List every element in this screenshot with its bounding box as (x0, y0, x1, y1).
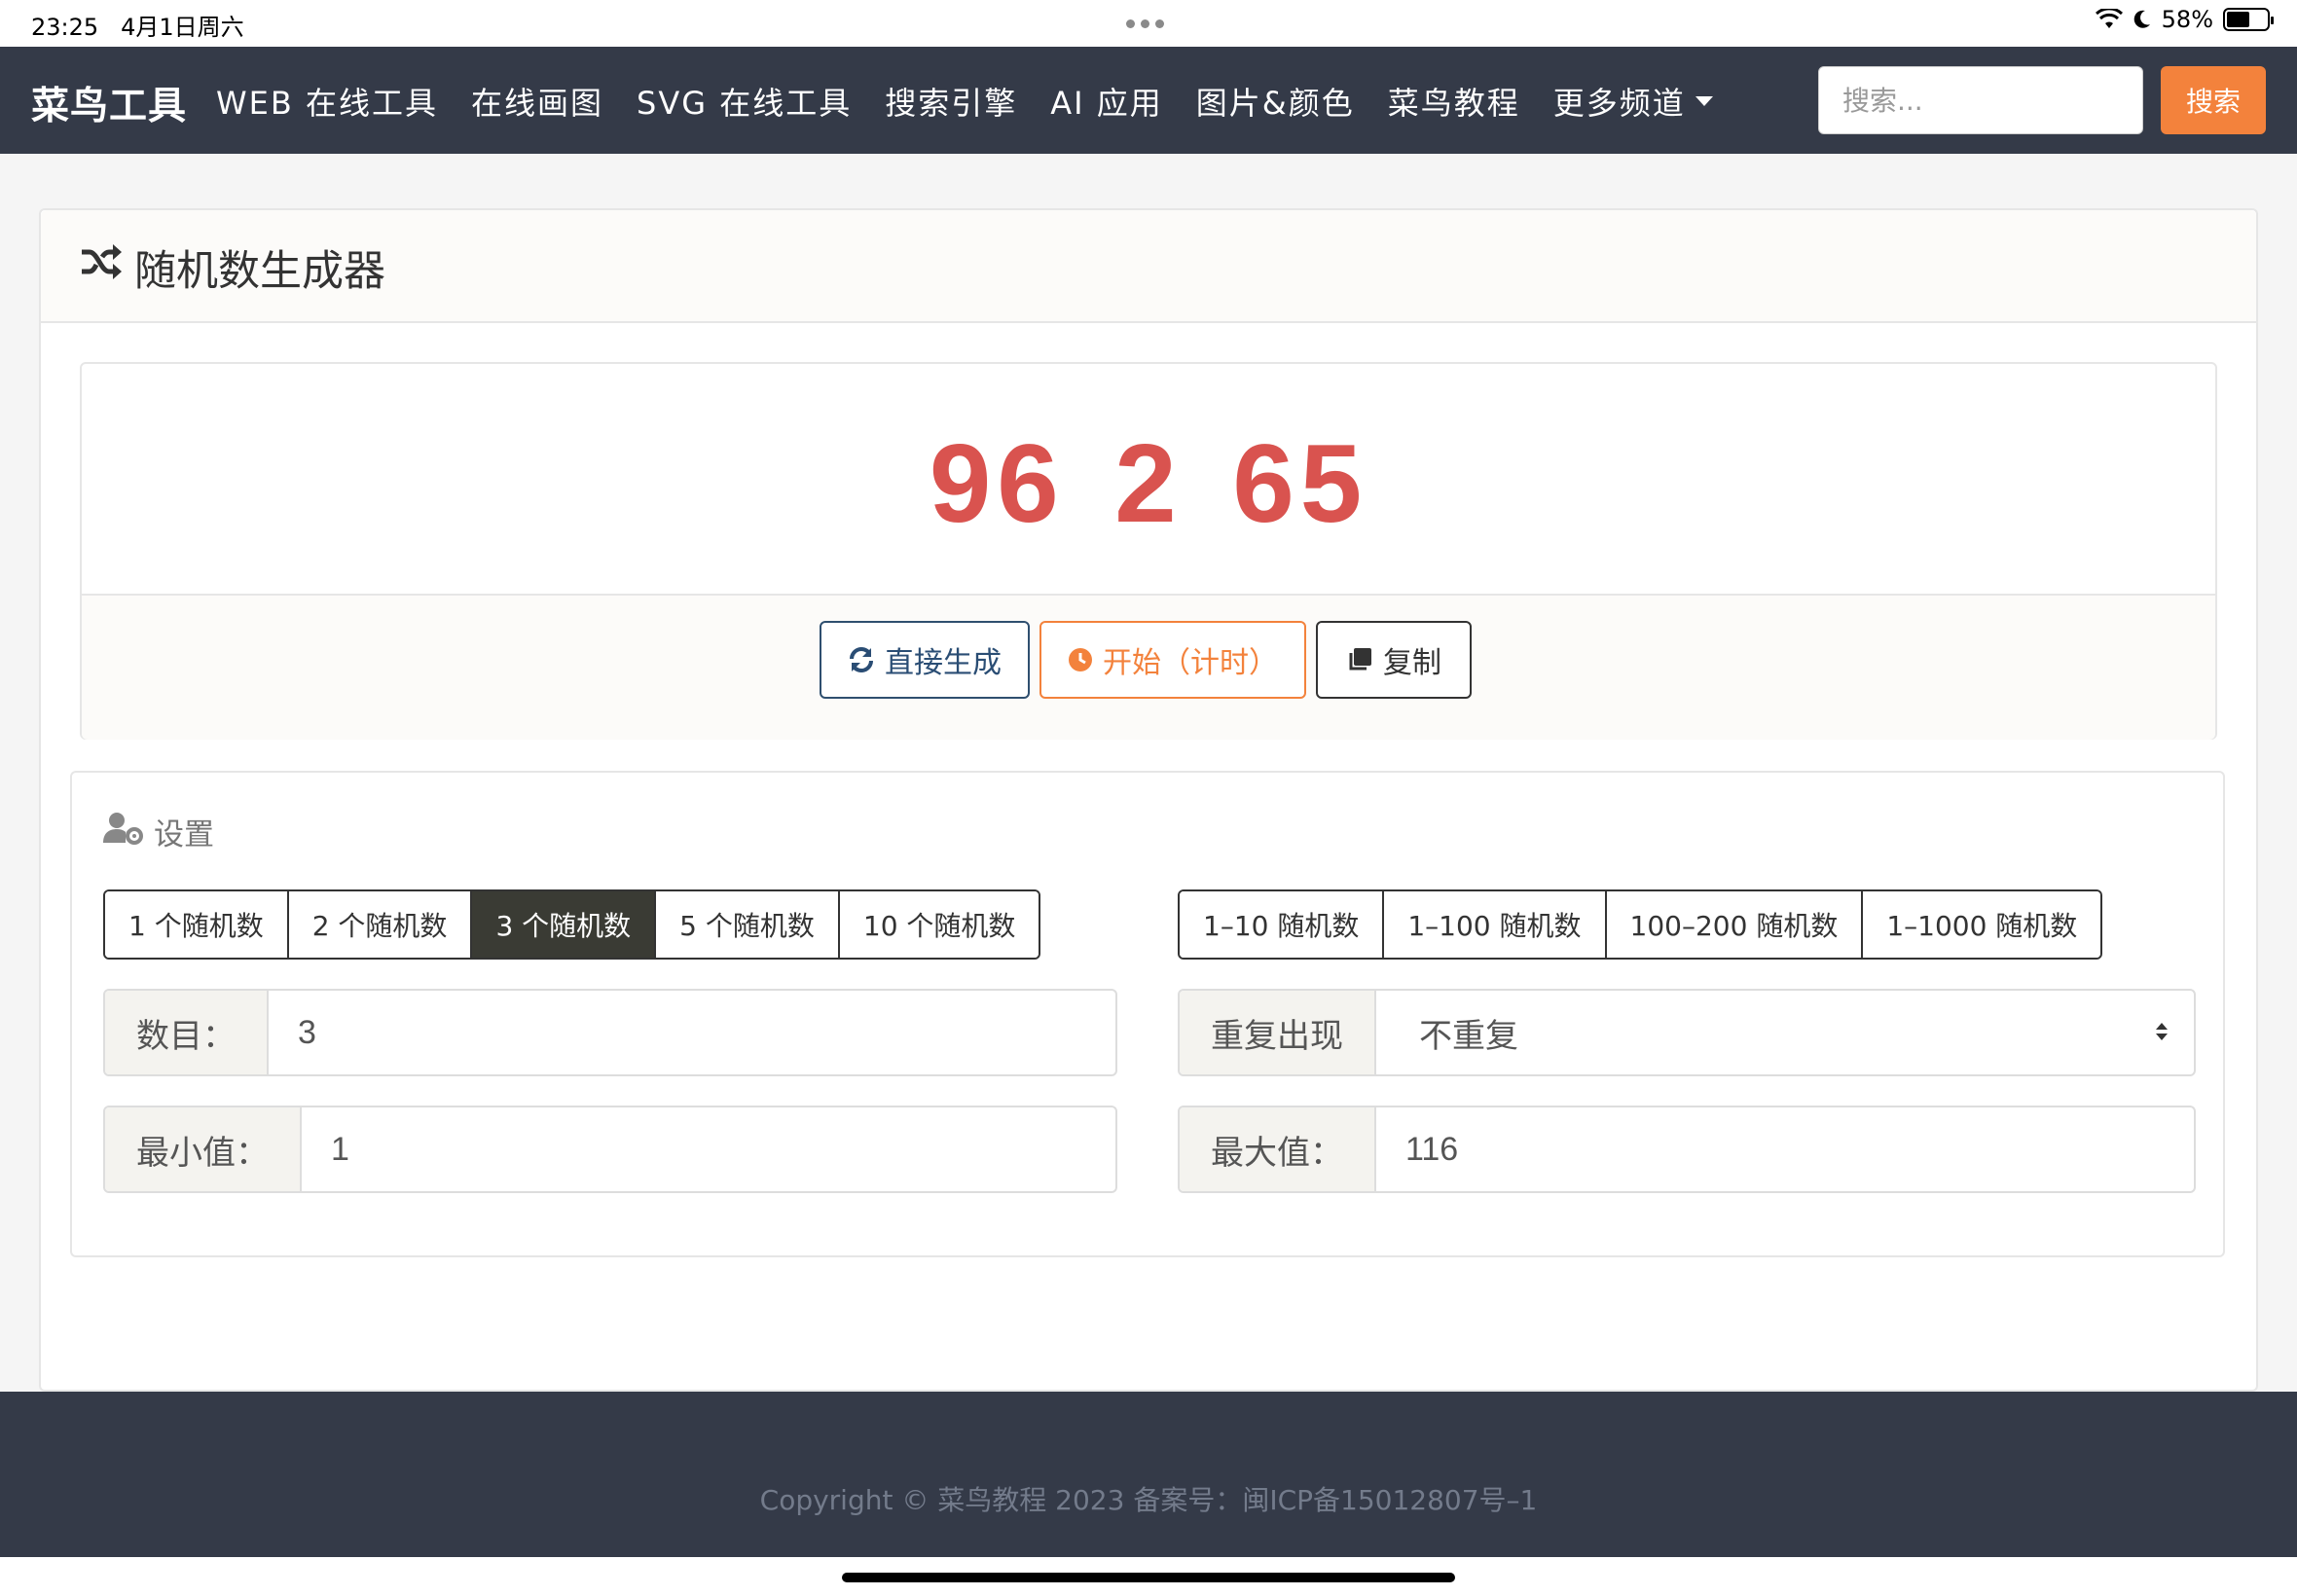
start-timer-label: 开始（计时） (1103, 646, 1278, 680)
repeat-field-group: 重复出现 不重复 (1178, 989, 2196, 1076)
min-field-group: 最小值： 1 (103, 1106, 1117, 1193)
page-footer: Copyright © 菜鸟教程 2023 备案号：闽ICP备15012807号… (0, 1392, 2297, 1557)
random-result: 96 2 65 (929, 422, 1368, 546)
preset-range-100-200[interactable]: 100–200 随机数 (1606, 891, 1864, 958)
nav-item-search-engines[interactable]: 搜索引擎 (885, 79, 1017, 124)
nav-item-drawing[interactable]: 在线画图 (471, 79, 603, 124)
nav-item-tutorials[interactable]: 菜鸟教程 (1388, 79, 1520, 124)
wifi-icon (2095, 9, 2123, 28)
action-bar: 直接生成 开始（计时） 复制 (82, 596, 2215, 740)
result-panel: 96 2 65 直接生成 开始（计时） 复制 (80, 362, 2217, 740)
settings-title: 设置 (154, 817, 214, 852)
min-label: 最小值： (105, 1107, 302, 1191)
max-field-group: 最大值： 116 (1178, 1106, 2196, 1193)
shuffle-icon (82, 244, 122, 279)
start-timer-button[interactable]: 开始（计时） (1039, 621, 1306, 699)
brand-logo[interactable]: 菜鸟工具 (31, 76, 187, 130)
multitask-dots-icon[interactable] (1126, 19, 1164, 28)
refresh-icon (850, 647, 873, 672)
result-display: 96 2 65 (82, 364, 2215, 596)
caret-down-icon (1695, 96, 1713, 106)
range-preset-group: 1–10 随机数 1–100 随机数 100–200 随机数 1–1000 随机… (1178, 889, 2103, 960)
status-bar: 23:25 4月1日周六 58% (0, 0, 2297, 47)
status-indicators: 58% (2095, 6, 2274, 33)
footer-copyright: Copyright © 菜鸟教程 2023 备案号：闽ICP备15012807号… (759, 1484, 1538, 1516)
status-time: 23:25 4月1日周六 (31, 14, 244, 41)
user-cog-icon (103, 813, 143, 845)
repeat-label: 重复出现 (1180, 991, 1376, 1074)
nav-item-web-tools[interactable]: WEB 在线工具 (216, 79, 438, 124)
min-input[interactable]: 1 (302, 1107, 1115, 1191)
battery-icon (2223, 8, 2274, 31)
preset-count-1[interactable]: 1 个随机数 (105, 891, 289, 958)
nav-item-svg-tools[interactable]: SVG 在线工具 (637, 79, 852, 124)
preset-count-2[interactable]: 2 个随机数 (288, 891, 473, 958)
home-indicator-area (0, 1557, 2297, 1596)
copy-button[interactable]: 复制 (1316, 621, 1472, 699)
count-label: 数目： (105, 991, 269, 1074)
nav-item-images-colors[interactable]: 图片&颜色 (1196, 79, 1355, 124)
copy-icon (1349, 648, 1371, 671)
battery-percent: 58% (2161, 6, 2213, 33)
select-arrows-icon (2156, 1023, 2168, 1040)
preset-range-1-1000[interactable]: 1–1000 随机数 (1863, 891, 2101, 958)
nav-item-ai-apps[interactable]: AI 应用 (1050, 79, 1163, 124)
preset-count-3[interactable]: 3 个随机数 (472, 891, 657, 958)
count-preset-group: 1 个随机数 2 个随机数 3 个随机数 5 个随机数 10 个随机数 (103, 889, 1041, 960)
generate-button[interactable]: 直接生成 (820, 621, 1030, 699)
generate-label: 直接生成 (885, 646, 1002, 680)
nav-menu: WEB 在线工具 在线画图 SVG 在线工具 搜索引擎 AI 应用 图片&颜色 … (216, 79, 1713, 124)
moon-icon (2133, 10, 2150, 28)
nav-item-more-channels[interactable]: 更多频道 (1553, 79, 1713, 124)
preset-range-1-100[interactable]: 1–100 随机数 (1384, 891, 1607, 958)
search-button[interactable]: 搜索 (2161, 66, 2266, 134)
search-input[interactable] (1818, 66, 2143, 134)
card-header: 随机数生成器 (41, 210, 2256, 323)
copy-label: 复制 (1383, 646, 1441, 680)
preset-count-10[interactable]: 10 个随机数 (839, 891, 1039, 958)
top-navbar: 菜鸟工具 WEB 在线工具 在线画图 SVG 在线工具 搜索引擎 AI 应用 图… (0, 47, 2297, 154)
preset-range-1-10[interactable]: 1–10 随机数 (1180, 891, 1385, 958)
repeat-select[interactable]: 不重复 (1376, 991, 2194, 1074)
max-input[interactable]: 116 (1376, 1107, 2194, 1191)
preset-count-5[interactable]: 5 个随机数 (656, 891, 840, 958)
max-label: 最大值： (1180, 1107, 1376, 1191)
settings-panel: 设置 1 个随机数 2 个随机数 3 个随机数 5 个随机数 10 个随机数 1… (70, 771, 2225, 1257)
clock-icon (1069, 648, 1092, 671)
main-card: 随机数生成器 96 2 65 直接生成 开始（计时） 复制 设置 1 个随机数 … (39, 208, 2258, 1392)
count-field-group: 数目： 3 (103, 989, 1117, 1076)
page-title: 随机数生成器 (134, 247, 385, 296)
nav-item-more-label: 更多频道 (1552, 85, 1686, 122)
count-input[interactable]: 3 (269, 991, 1115, 1074)
home-indicator[interactable] (842, 1573, 1455, 1582)
